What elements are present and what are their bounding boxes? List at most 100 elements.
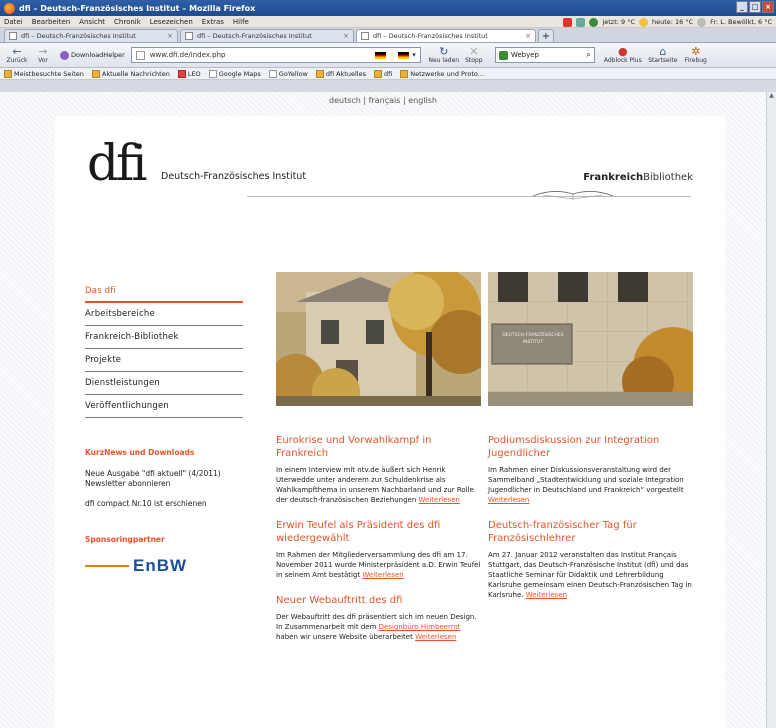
minimize-button[interactable]: _: [736, 1, 748, 13]
bookmark-label: Meistbesuchte Seiten: [14, 69, 84, 78]
dropdown-icon[interactable]: ▾: [412, 51, 416, 59]
read-more-link[interactable]: Weiterlesen: [419, 496, 460, 504]
page-favicon-icon: [185, 32, 193, 40]
sidebar-item-das-dfi[interactable]: Das dfi: [85, 280, 243, 303]
menu-bar: Datei Bearbeiten Ansicht Chronik Lesezei…: [0, 16, 776, 28]
leo-icon: [177, 69, 186, 78]
menu-view[interactable]: Ansicht: [79, 18, 105, 26]
enbw-logo[interactable]: EnBW: [85, 556, 243, 576]
back-button[interactable]: ← Zurück: [4, 46, 30, 64]
bookmark-item[interactable]: Google Maps: [208, 69, 261, 78]
warning-icon[interactable]: [563, 17, 573, 27]
bookmark-item[interactable]: Aktuelle Nachrichten: [91, 69, 170, 78]
bookmark-label: dfi Aktuelles: [325, 69, 366, 78]
page-favicon-icon: [361, 32, 369, 40]
sidebar-item-dienstleistungen[interactable]: Dienstleistungen: [85, 372, 243, 395]
weather-today: heute: 16 °C: [652, 18, 694, 26]
new-tab-button[interactable]: +: [538, 29, 554, 42]
navigation-toolbar: ← Zurück → Vor DownloadHelper www.dfi.de/i…: [0, 43, 776, 68]
institute-name: Deutsch-Französisches Institut: [161, 171, 307, 182]
weather-icon: [589, 17, 599, 27]
browser-tab[interactable]: dfi – Deutsch-Französisches Institut ×: [4, 29, 178, 42]
home-icon: ⌂: [659, 45, 667, 58]
menu-history[interactable]: Chronik: [114, 18, 141, 26]
browser-tab[interactable]: dfi – Deutsch-Französisches Institut ×: [180, 29, 354, 42]
close-window-button[interactable]: ×: [762, 1, 774, 13]
scroll-up-icon[interactable]: ▲: [767, 92, 776, 99]
bookmark-star-icon[interactable]: ☆: [389, 51, 395, 59]
news-item[interactable]: Neue Ausgabe "dfi aktuell" (4/2011) News…: [85, 469, 243, 489]
menu-file[interactable]: Datei: [4, 18, 23, 26]
rss-icon: [315, 69, 324, 78]
sidebar-item-arbeitsbereiche[interactable]: Arbeitsbereiche: [85, 303, 243, 326]
rss-icon: [91, 69, 100, 78]
close-tab-icon[interactable]: ×: [167, 32, 173, 40]
bookmark-label: GoYellow: [278, 69, 308, 78]
article-title[interactable]: Deutsch-französischer Tag für Französisc…: [488, 519, 693, 545]
browser-tab-active[interactable]: dfi – Deutsch-Französisches Institut ×: [356, 29, 536, 42]
photo-institute-building: [276, 272, 481, 406]
dfi-logo[interactable]: dfi: [87, 138, 147, 188]
article-text: haben wir unsere Website überarbeitet: [276, 633, 416, 641]
search-icon[interactable]: ⌕: [586, 50, 590, 60]
article-title[interactable]: Erwin Teufel als Präsident des dfi wiede…: [276, 519, 481, 545]
back-label: Zurück: [6, 57, 28, 64]
designbuero-link[interactable]: Designbüro Himbeerrot: [379, 623, 461, 631]
reload-button[interactable]: ↻ Neu laden: [427, 46, 461, 64]
forward-button[interactable]: → Vor: [30, 46, 56, 64]
home-button[interactable]: ⌂ Startseite: [645, 46, 681, 64]
bookmark-item[interactable]: LEO: [177, 69, 201, 78]
url-bar[interactable]: www.dfi.de/index.php ☆ ▾: [130, 47, 421, 63]
maximize-button[interactable]: □: [749, 1, 761, 13]
language-switcher[interactable]: deutsch | français | english: [0, 96, 766, 105]
page-scrollbar[interactable]: ▲: [766, 92, 776, 728]
menu-tools[interactable]: Extras: [202, 18, 224, 26]
sidebar-item-veroeffentlichungen[interactable]: Veröffentlichungen: [85, 395, 243, 418]
bookmark-item[interactable]: Meistbesuchte Seiten: [4, 69, 84, 78]
page-container: dfi Deutsch-Französisches Institut Frank…: [55, 116, 725, 728]
weather-now: jetzt: 9 °C: [602, 18, 635, 26]
bookmark-label: Netzwerke und Proto...: [410, 69, 484, 78]
close-tab-icon[interactable]: ×: [343, 32, 349, 40]
tab-label: dfi – Deutsch-Französisches Institut: [373, 32, 488, 40]
bookmark-label: Google Maps: [218, 69, 261, 78]
menu-edit[interactable]: Bearbeiten: [32, 18, 70, 26]
bookmark-item[interactable]: Netzwerke und Proto...: [400, 69, 484, 78]
search-input[interactable]: Webyep ⌕: [494, 47, 595, 63]
search-engine-icon[interactable]: [498, 50, 508, 60]
read-more-link[interactable]: Weiterlesen: [362, 571, 403, 579]
bookmark-label: dfi: [383, 69, 393, 78]
firebug-button[interactable]: ✲ Firebug: [681, 46, 711, 64]
downloadhelper-label: DownloadHelper: [71, 51, 125, 59]
news-item[interactable]: dfi compact Nr.10 ist erschienen: [85, 499, 243, 509]
menu-help[interactable]: Hilfe: [233, 18, 249, 26]
photo-sign-text: DEUTSCH-FRANZÖSISCHES INSTITUT: [502, 333, 564, 345]
article-title[interactable]: Neuer Webauftritt des dfi: [276, 594, 481, 607]
read-more-link[interactable]: Weiterlesen: [488, 496, 529, 504]
back-arrow-icon: ←: [12, 45, 22, 58]
read-more-link[interactable]: Weiterlesen: [415, 633, 456, 641]
sidebar-item-projekte[interactable]: Projekte: [85, 349, 243, 372]
read-more-link[interactable]: Weiterlesen: [526, 591, 567, 599]
news-column-left: Eurokrise und Vorwahlkampf in Frankreich…: [276, 434, 481, 656]
bookmarks-toolbar: Meistbesuchte Seiten Aktuelle Nachrichte…: [0, 68, 776, 80]
site-identity-icon: [135, 50, 145, 60]
article-teaser: Im Rahmen einer Diskussionsveranstaltung…: [488, 465, 693, 505]
bookmark-item[interactable]: dfi Aktuelles: [315, 69, 366, 78]
sidebar-item-frankreich-bibliothek[interactable]: Frankreich-Bibliothek: [85, 326, 243, 349]
stop-label: Stopp: [465, 57, 483, 64]
stop-button[interactable]: ✕ Stopp: [461, 46, 487, 64]
german-flag-icon: [398, 51, 410, 59]
bookmark-item[interactable]: GoYellow: [268, 69, 308, 78]
article-title[interactable]: Podiumsdiskussion zur Integration Jugend…: [488, 434, 693, 460]
firebug-label: Firebug: [684, 57, 707, 64]
tab-label: dfi – Deutsch-Französisches Institut: [21, 32, 136, 40]
bookmark-item[interactable]: dfi: [373, 69, 393, 78]
downloadhelper-button[interactable]: DownloadHelper: [60, 50, 125, 60]
addon-icon[interactable]: [576, 17, 586, 27]
menu-bookmarks[interactable]: Lesezeichen: [150, 18, 193, 26]
article-title[interactable]: Eurokrise und Vorwahlkampf in Frankreich: [276, 434, 481, 460]
adblock-button[interactable]: ● Adblock Plus: [601, 46, 645, 64]
weather-fri: Fr: L. Bewölkt, 6 °C: [710, 18, 772, 26]
close-tab-icon[interactable]: ×: [525, 32, 531, 40]
